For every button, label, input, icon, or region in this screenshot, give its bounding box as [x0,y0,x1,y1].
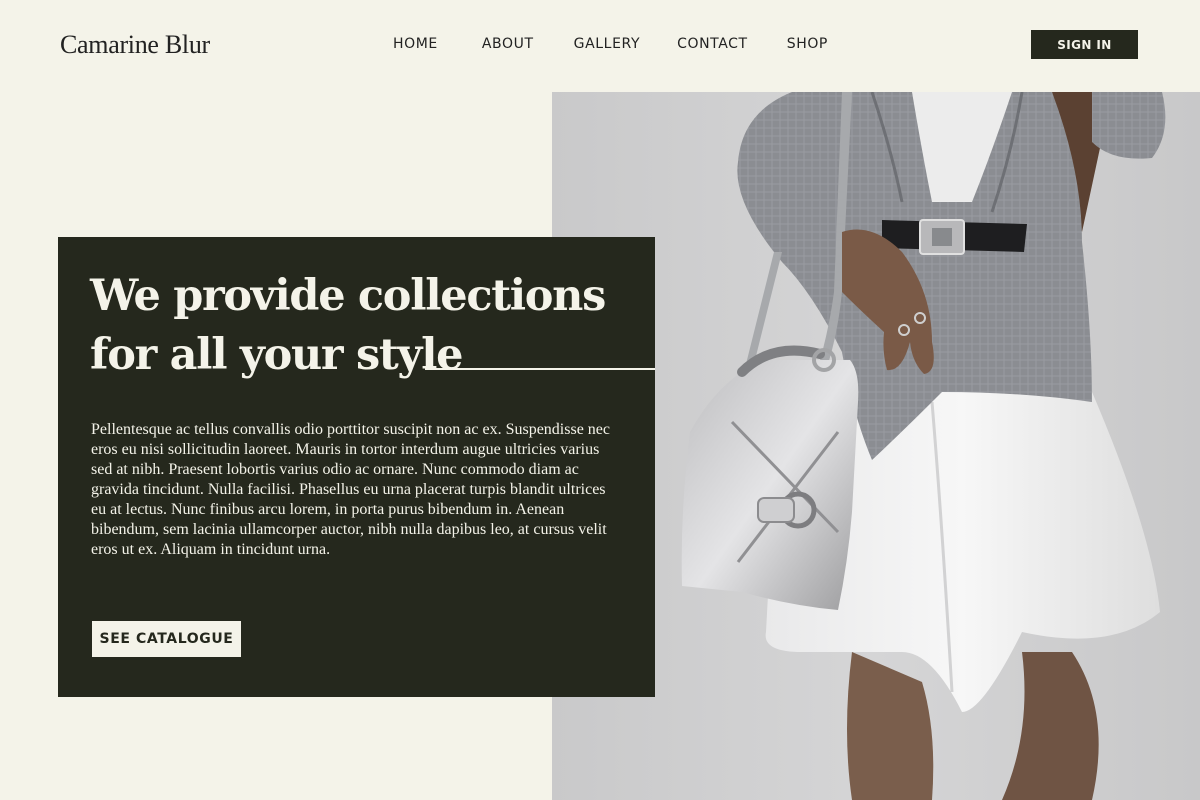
see-catalogue-button[interactable]: SEE CATALOGUE [92,621,241,657]
brand-logo[interactable]: Camarine Blur [60,30,210,60]
nav-link-shop[interactable]: SHOP [787,36,828,52]
nav-link-gallery[interactable]: GALLERY [574,36,640,52]
hero-panel: We provide collections for all your styl… [58,237,655,697]
hero-headline-line-1: We provide collections [90,271,606,321]
sign-in-button[interactable]: SIGN IN [1031,30,1138,59]
headline-divider [425,368,655,370]
main-nav: HOME ABOUT GALLERY CONTACT SHOP [393,36,828,52]
hero-description: Pellentesque ac tellus convallis odio po… [91,421,611,558]
nav-link-contact[interactable]: CONTACT [677,36,748,52]
hero-headline-line-2: for all your style [90,330,464,380]
nav-link-home[interactable]: HOME [393,36,438,52]
nav-link-about[interactable]: ABOUT [482,36,534,52]
